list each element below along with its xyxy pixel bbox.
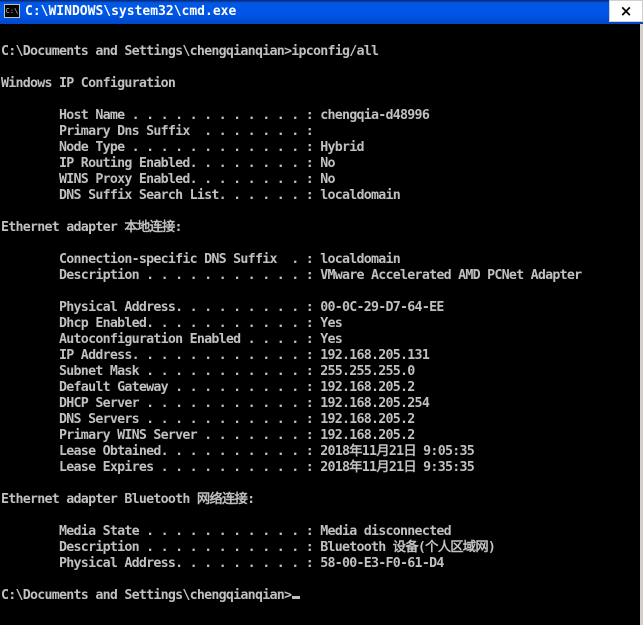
title-bar[interactable]: C:\ C:\WINDOWS\system32\cmd.exe ×: [0, 0, 643, 24]
config-row: Host Name . . . . . . . . . . . . : chen…: [1, 108, 430, 123]
config-row: Media State . . . . . . . . . . . : Medi…: [1, 524, 452, 539]
prompt-command-line: C:\Documents and Settings\chengqianqian>…: [1, 44, 379, 59]
config-row: DHCP Server . . . . . . . . . . . : 192.…: [1, 396, 430, 411]
text-cursor: [292, 596, 301, 599]
command-prompt[interactable]: C:\Documents and Settings\chengqianqian>: [1, 588, 301, 604]
config-row: Dhcp Enabled. . . . . . . . . . . : Yes: [1, 316, 343, 331]
config-row: WINS Proxy Enabled. . . . . . . . : No: [1, 172, 335, 187]
config-row: Autoconfiguration Enabled . . . . : Yes: [1, 332, 343, 347]
config-row: Lease Expires . . . . . . . . . . : 2018…: [1, 460, 475, 475]
adapter-heading: Ethernet adapter 本地连接:: [1, 220, 183, 235]
config-row: IP Routing Enabled. . . . . . . . : No: [1, 156, 335, 171]
config-row: Physical Address. . . . . . . . . : 58-0…: [1, 556, 444, 571]
adapter-heading: Ethernet adapter Bluetooth 网络连接:: [1, 492, 255, 507]
prompt-text: C:\Documents and Settings\chengqianqian>: [1, 588, 292, 603]
config-row: Node Type . . . . . . . . . . . . : Hybr…: [1, 140, 364, 155]
config-row: Physical Address. . . . . . . . . : 00-0…: [1, 300, 444, 315]
config-row: Primary WINS Server . . . . . . . : 192.…: [1, 428, 415, 443]
console-output[interactable]: C:\Documents and Settings\chengqianqian>…: [0, 24, 643, 625]
config-row: Description . . . . . . . . . . . : Blue…: [1, 540, 496, 555]
config-row: Primary Dns Suffix . . . . . . . :: [1, 124, 314, 139]
window-title: C:\WINDOWS\system32\cmd.exe: [25, 4, 237, 19]
close-button[interactable]: ×: [609, 0, 643, 22]
config-row: Lease Obtained. . . . . . . . . . : 2018…: [1, 444, 475, 459]
config-row: Subnet Mask . . . . . . . . . . . : 255.…: [1, 364, 415, 379]
section-heading: Windows IP Configuration: [1, 76, 176, 91]
config-row: Connection-specific DNS Suffix . : local…: [1, 252, 401, 267]
config-row: IP Address. . . . . . . . . . . . : 192.…: [1, 348, 430, 363]
config-row: Default Gateway . . . . . . . . . : 192.…: [1, 380, 415, 395]
cmd-icon[interactable]: C:\: [4, 4, 20, 18]
config-row: Description . . . . . . . . . . . : VMwa…: [1, 268, 582, 283]
cmd-window: C:\ C:\WINDOWS\system32\cmd.exe × C:\Doc…: [0, 0, 643, 625]
config-row: DNS Servers . . . . . . . . . . . : 192.…: [1, 412, 415, 427]
config-row: DNS Suffix Search List. . . . . . : loca…: [1, 188, 401, 203]
